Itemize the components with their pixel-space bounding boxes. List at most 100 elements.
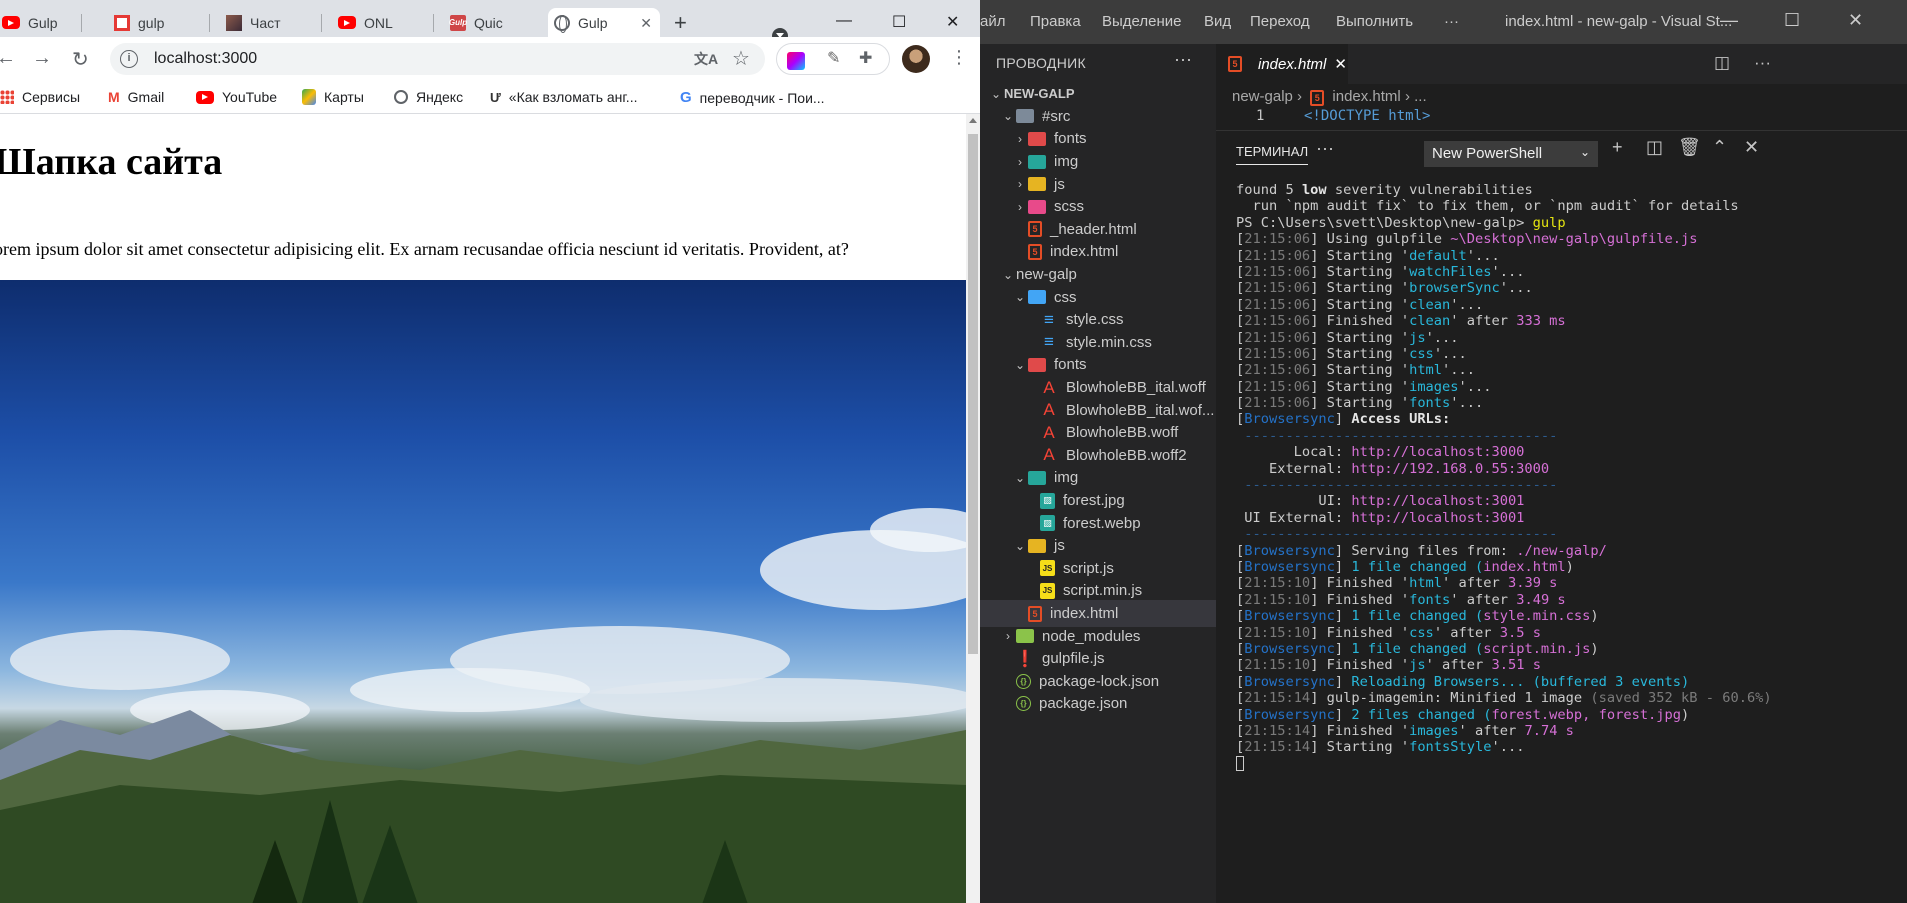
bookmark-item[interactable]: Яндекс — [394, 89, 463, 105]
avatar[interactable] — [902, 45, 930, 73]
browser-tab[interactable]: Gulp Quic — [444, 8, 546, 37]
terminal-text: ] Finished ' — [1310, 624, 1410, 641]
terminal-text: http://localhost:3001 — [1351, 509, 1525, 526]
terminal-text: 21:15:10 — [1244, 657, 1311, 674]
trash-icon[interactable]: 🗑 — [1678, 137, 1701, 158]
terminal-line: [Browsersync] 1 file changed (style.min.… — [1236, 608, 1896, 624]
info-icon[interactable]: i — [120, 50, 138, 68]
url-text[interactable]: localhost:3000 — [154, 50, 257, 68]
tab-terminal[interactable]: ТЕРМИНАЛ — [1236, 144, 1309, 165]
terminal-line: [Browsersync] Reloading Browsers... (buf… — [1236, 674, 1896, 690]
menu-run[interactable]: Выполнить — [1336, 13, 1413, 30]
menu-selection[interactable]: Выделение — [1102, 13, 1181, 30]
maximize-panel-icon[interactable]: ⌃ — [1712, 137, 1727, 158]
page-scrollbar[interactable] — [966, 114, 980, 903]
menu-edit[interactable]: Правка — [1030, 13, 1081, 30]
terminal-text: Browsersync — [1244, 608, 1335, 625]
more-actions-icon[interactable]: ··· — [1754, 53, 1771, 73]
reload-icon[interactable]: ↻ — [72, 47, 89, 72]
terminal-text: Browsersync — [1244, 558, 1335, 575]
tree-item-label: fonts — [1054, 356, 1087, 374]
bookmark-item[interactable]: Ư «Как взломать анг... — [490, 89, 637, 105]
chevron-down-icon[interactable]: ⌄ — [1012, 539, 1028, 553]
browser-tab-active[interactable]: Gulp ✕ — [548, 8, 660, 37]
chevron-right-icon[interactable]: › — [1000, 629, 1016, 643]
editor-tab-index-html[interactable]: 5 index.html ✕ — [1216, 44, 1348, 84]
chevron-right-icon[interactable]: › — [1012, 200, 1028, 214]
maximize-icon[interactable]: ☐ — [892, 12, 906, 32]
tree-item-label: BlowholeBB.woff — [1066, 424, 1179, 442]
terminal-text: '... — [1433, 345, 1467, 362]
back-icon[interactable]: ← — [0, 47, 16, 70]
address-bar[interactable]: i localhost:3000 文A ☆ — [110, 43, 765, 75]
scroll-up-icon[interactable] — [969, 118, 977, 123]
chevron-right-icon[interactable]: › — [1012, 155, 1028, 169]
terminal-text: [ — [1236, 575, 1245, 592]
code-text[interactable]: <!DOCTYPE html> — [1304, 108, 1430, 124]
bookmark-item[interactable]: YouTube — [196, 89, 277, 105]
menu-file[interactable]: айл — [980, 13, 1005, 30]
terminal-line: External: http://192.168.0.55:3000 — [1236, 461, 1896, 477]
browser-tab[interactable]: ONL — [332, 8, 434, 37]
menu-more[interactable]: ··· — [1444, 13, 1459, 30]
bookmark-item[interactable]: G переводчик - Пои... — [680, 89, 825, 106]
terminal-text: [ — [1236, 263, 1245, 280]
tree-file[interactable]: {} package.json — [980, 690, 1216, 718]
gradient-extension-icon[interactable] — [787, 52, 805, 70]
wand-extension-icon[interactable]: ✎ — [827, 48, 845, 67]
bookmark-item[interactable]: Карты — [302, 89, 364, 105]
chevron-down-icon[interactable]: ⌄ — [1012, 358, 1028, 372]
chevron-down-icon[interactable]: ⌄ — [1012, 290, 1028, 304]
chevron-right-icon[interactable]: › — [1012, 132, 1028, 146]
menu-view[interactable]: Вид — [1204, 13, 1231, 30]
bookmark-item[interactable]: M Gmail — [108, 89, 164, 105]
chevron-down-icon[interactable]: ⌄ — [1000, 109, 1016, 123]
forward-icon[interactable]: → — [32, 47, 52, 70]
new-tab-button[interactable]: + — [674, 10, 687, 36]
bookmark-item[interactable]: Сервисы — [0, 89, 80, 105]
minimize-icon[interactable]: — — [836, 12, 852, 30]
bookmark-star-icon[interactable]: ☆ — [732, 46, 750, 71]
close-panel-icon[interactable]: ✕ — [1744, 137, 1759, 158]
kebab-menu-icon[interactable]: ⋮ — [950, 47, 968, 68]
chevron-down-icon[interactable]: ⌄ — [1012, 471, 1028, 485]
js-file-icon: JS — [1040, 560, 1055, 577]
code-line[interactable]: 1 <!DOCTYPE html> — [1216, 108, 1907, 124]
chevron-down-icon[interactable]: ⌄ — [988, 87, 1004, 101]
image-file-icon: ▨ — [1040, 492, 1055, 509]
menu-go[interactable]: Переход — [1250, 13, 1310, 30]
maximize-icon[interactable]: ☐ — [1784, 10, 1800, 31]
folder-icon — [1028, 357, 1046, 372]
new-terminal-icon[interactable]: + — [1612, 137, 1623, 158]
terminal-shell-select[interactable]: New PowerShell ⌄ — [1424, 141, 1598, 167]
terminal-text: ] Starting ' — [1310, 247, 1410, 264]
terminal-prompt-line[interactable] — [1236, 755, 1896, 772]
breadcrumb-folder[interactable]: new-galp — [1232, 88, 1293, 105]
browser-tab[interactable]: Част — [220, 8, 322, 37]
close-window-icon[interactable]: ✕ — [1848, 10, 1863, 31]
browser-tab[interactable]: Gulp — [0, 8, 82, 37]
chevron-down-icon[interactable]: ⌄ — [1000, 268, 1016, 282]
panel-more-icon[interactable]: ··· — [1316, 138, 1334, 159]
chevron-right-icon[interactable]: › — [1012, 177, 1028, 191]
terminal-text: http://localhost:3000 — [1351, 444, 1525, 461]
translate-icon[interactable]: 文A — [694, 49, 718, 69]
close-icon[interactable]: ✕ — [1334, 55, 1347, 73]
explorer-more-icon[interactable]: ··· — [1174, 49, 1192, 70]
browser-tab[interactable]: gulp — [108, 8, 210, 37]
minimize-icon[interactable]: — — [1720, 10, 1738, 31]
close-icon[interactable]: ✕ — [640, 15, 652, 32]
terminal-output[interactable]: found 5 low severity vulnerabilities run… — [1236, 182, 1896, 772]
scrollbar-thumb[interactable] — [968, 134, 978, 654]
split-terminal-icon[interactable]: ◫ — [1646, 137, 1663, 158]
page-viewport: Шапка сайта orem ipsum dolor sit amet co… — [0, 114, 966, 903]
tab-strip: Gulp gulp Част ONL Gulp Quic Gulp ✕ + — … — [0, 0, 980, 44]
close-window-icon[interactable]: ✕ — [946, 12, 959, 32]
terminal-text: low — [1301, 182, 1327, 198]
breadcrumb-file[interactable]: index.html — [1332, 88, 1400, 105]
terminal-line: found 5 low severity vulnerabilities — [1236, 182, 1896, 198]
terminal-text: http://localhost:3001 — [1351, 493, 1525, 510]
split-editor-icon[interactable]: ◫ — [1714, 53, 1730, 73]
puzzle-icon[interactable]: ✚ — [859, 48, 877, 67]
bookmark-label: переводчик - Пои... — [699, 89, 825, 106]
